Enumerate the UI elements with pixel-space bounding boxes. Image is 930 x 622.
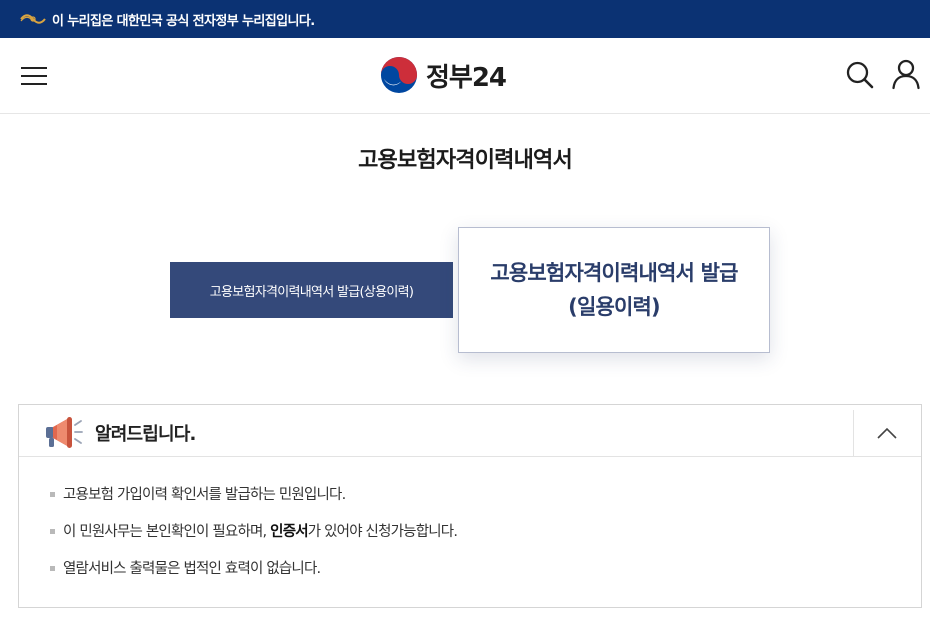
notice-header: 알려드립니다. [19,405,921,457]
issue-daily-history-button[interactable]: 고용보험자격이력내역서 발급(일용이력) [458,227,770,353]
government-banner-text: 이 누리집은 대한민국 공식 전자정부 누리집입니다. [52,13,315,29]
logo-text: 정부24 [426,62,507,93]
site-header: 정부24 [0,38,930,114]
notice-item: 열람서비스 출력물은 법적인 효력이 없습니다. [49,559,457,579]
search-icon[interactable] [845,60,875,90]
notice-item-text: 이 민원사무는 본인확인이 필요하며, [63,524,271,540]
issue-regular-history-button[interactable]: 고용보험자격이력내역서 발급(상용이력) [170,262,453,318]
user-icon[interactable] [890,58,922,90]
notice-list: 고용보험 가입이력 확인서를 발급하는 민원입니다. 이 민원사무는 본인확인이… [49,485,458,596]
notice-item: 이 민원사무는 본인확인이 필요하며, 인증서가 있어야 신청가능합니다. [49,522,458,542]
notice-item: 고용보험 가입이력 확인서를 발급하는 민원입니다. [49,485,457,505]
notice-panel: 알려드립니다. 고용보험 가입이력 확인서를 발급하는 민원입니다. 이 민원사… [18,404,922,608]
hamburger-menu-icon[interactable] [20,62,48,90]
notice-item-text: 가 있어야 신청가능합니다. [307,524,458,540]
notice-item-emphasis: 인증서 [270,524,308,540]
government-emblem-icon [20,14,46,24]
notice-title: 알려드립니다. [95,424,196,445]
taegeuk-logo-icon [380,56,418,94]
notice-collapse-button[interactable] [853,410,921,457]
chevron-up-icon [877,427,897,439]
government-banner: 이 누리집은 대한민국 공식 전자정부 누리집입니다. [0,0,930,38]
megaphone-icon [46,417,83,448]
site-logo[interactable]: 정부24 [380,55,507,95]
page-title: 고용보험자격이력내역서 [358,148,573,173]
